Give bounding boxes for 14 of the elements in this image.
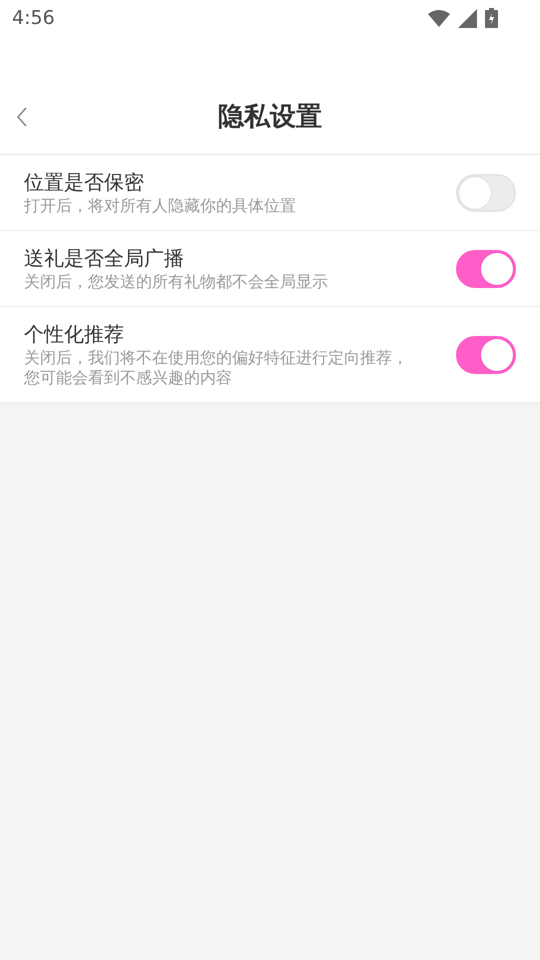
back-icon — [16, 107, 28, 127]
toggle-switch[interactable] — [456, 336, 516, 374]
status-time: 4:56 — [12, 6, 55, 31]
setting-description: 关闭后，您发送的所有礼物都不会全局显示 — [24, 272, 328, 292]
setting-title: 位置是否保密 — [24, 169, 145, 196]
page-title: 隐私设置 — [218, 100, 322, 134]
wifi-icon — [428, 9, 450, 27]
battery-icon — [485, 8, 498, 28]
setting-description: 打开后，将对所有人隐藏你的具体位置 — [24, 196, 296, 216]
setting-title: 送礼是否全局广播 — [24, 245, 185, 272]
toggle-switch[interactable] — [456, 250, 516, 288]
setting-title: 个性化推荐 — [24, 321, 125, 348]
setting-description: 关闭后，我们将不在使用您的偏好特征进行定向推荐，您可能会看到不感兴趣的内容 — [24, 348, 409, 388]
signal-icon — [458, 8, 477, 28]
